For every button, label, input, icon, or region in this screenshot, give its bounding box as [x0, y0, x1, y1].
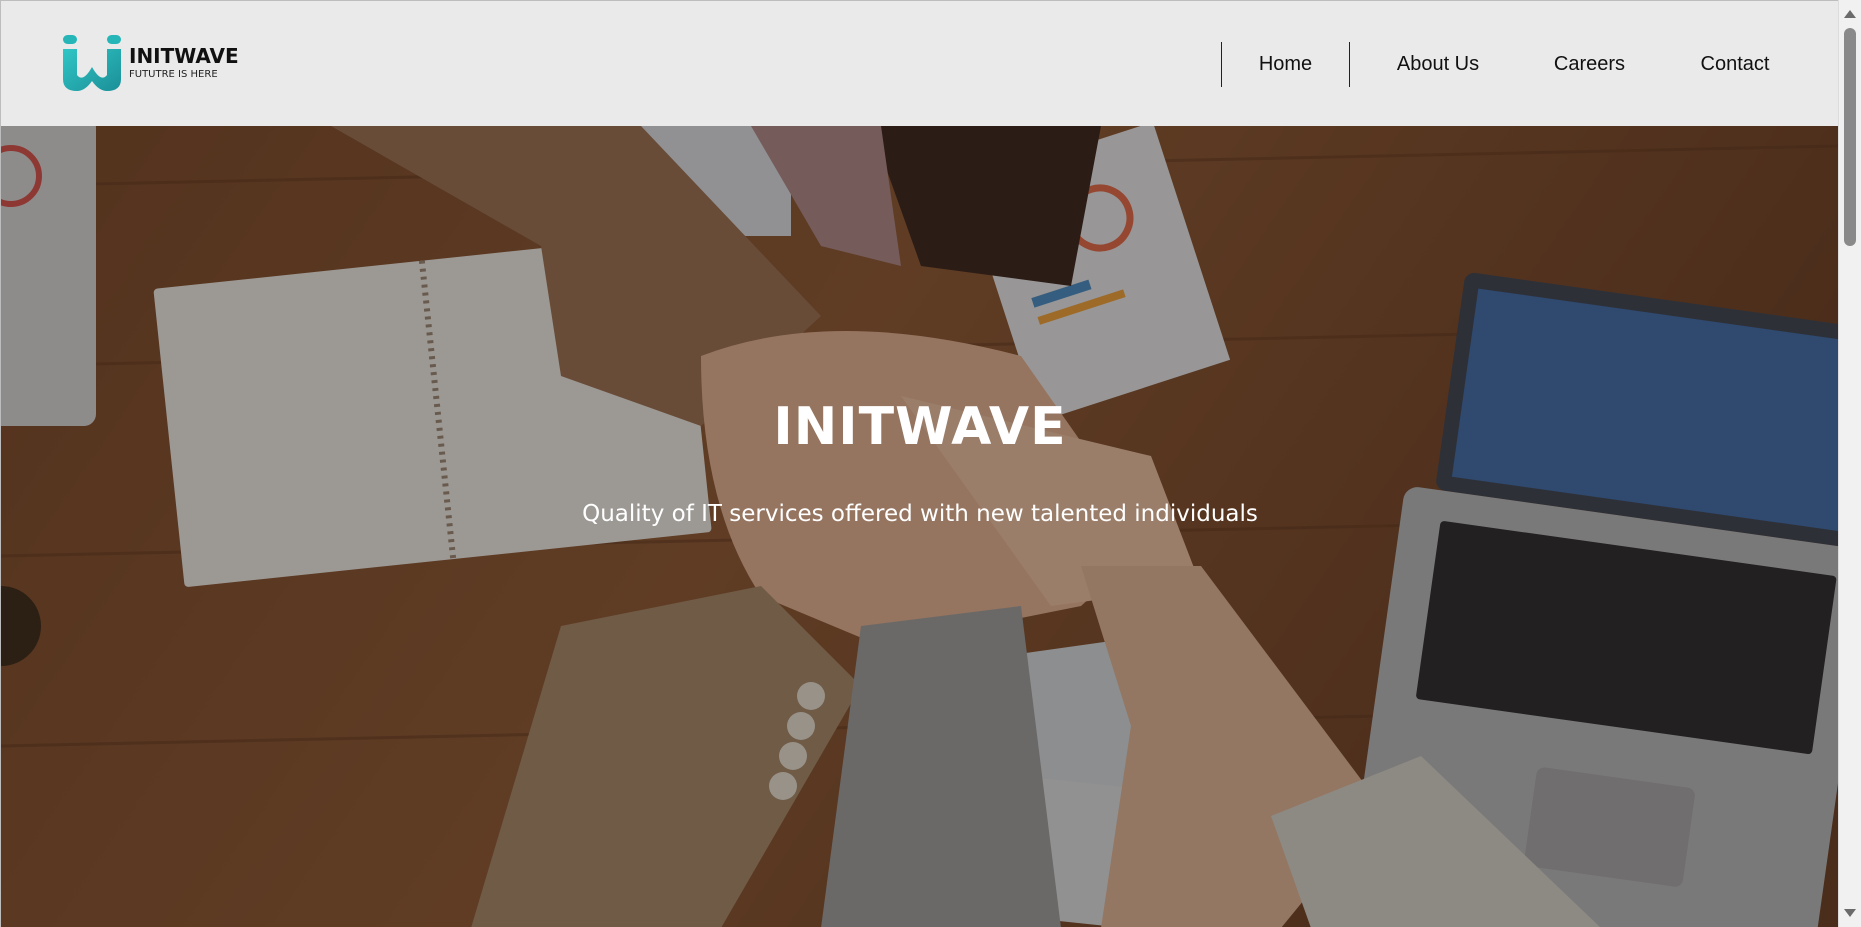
hero-banner: INITWAVE Quality of IT services offered …	[1, 126, 1838, 927]
scroll-down-arrow-icon[interactable]	[1844, 909, 1856, 917]
hero-subtitle: Quality of IT services offered with new …	[582, 501, 1258, 527]
page-scrollbar[interactable]	[1838, 0, 1861, 927]
main-nav: Home About Us Careers Contact	[1221, 42, 1838, 87]
brand-tagline: FUTUTRE IS HERE	[129, 69, 218, 80]
browser-viewport: INITWAVE FUTUTRE IS HERE Home About Us C…	[0, 0, 1838, 927]
hero-title: INITWAVE	[773, 397, 1067, 457]
initwave-logo-icon	[63, 35, 121, 91]
scroll-thumb[interactable]	[1844, 28, 1856, 246]
brand-logo-link[interactable]: INITWAVE FUTUTRE IS HERE	[61, 35, 239, 91]
brand-name: INITWAVE	[129, 44, 239, 68]
scroll-up-arrow-icon[interactable]	[1844, 10, 1856, 18]
nav-about-us[interactable]: About Us	[1350, 42, 1526, 87]
nav-home[interactable]: Home	[1222, 42, 1349, 87]
nav-careers[interactable]: Careers	[1526, 42, 1653, 87]
nav-contact[interactable]: Contact	[1653, 42, 1838, 87]
site-header: INITWAVE FUTUTRE IS HERE Home About Us C…	[1, 1, 1838, 126]
